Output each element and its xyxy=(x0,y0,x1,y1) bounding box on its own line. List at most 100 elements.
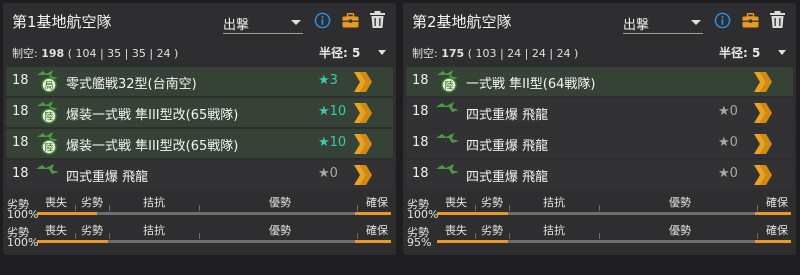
fighter-plane-icon: 陸 xyxy=(437,70,458,93)
air-power-detail: ( 104 | 35 | 35 | 24 ) xyxy=(67,47,179,60)
info-icon[interactable] xyxy=(314,12,331,29)
fighter-plane-icon: 局 xyxy=(37,70,58,93)
air-power-value: 175 xyxy=(441,47,465,60)
info-icon[interactable] xyxy=(714,12,731,29)
plane-slot-4[interactable]: 18 四式重爆 飛龍 ★0 xyxy=(406,160,793,189)
max-proficiency-chevron-icon[interactable] xyxy=(752,102,774,124)
tick xyxy=(599,205,600,211)
air-state-bar-1: 劣勢 喪失 劣勢 拮抗 優勢 確保 100% xyxy=(3,195,396,221)
air-power-summary: 制空: 175 ( 103 | 24 | 24 | 24 ) xyxy=(412,45,578,61)
base-air-corps-panel-2: 第2基地航空隊 出撃 制空: 175 ( 103 | 24 | 24 | 24 … xyxy=(403,3,796,255)
plane-slot-4[interactable]: 18 四式重爆 飛龍 ★0 xyxy=(6,160,393,189)
briefcase-icon[interactable] xyxy=(742,13,759,28)
air-state-fill xyxy=(37,212,98,215)
max-proficiency-chevron-icon[interactable] xyxy=(352,71,374,93)
radius-select[interactable]: 半径: 5 xyxy=(719,44,760,61)
plane-name: 四式重爆 飛龍 xyxy=(66,170,149,185)
air-state-track xyxy=(37,240,391,243)
air-power-summary: 制空: 198 ( 104 | 35 | 35 | 24 ) xyxy=(12,45,178,61)
plane-slot-1[interactable]: 18 局 零式艦戦32型(台南空) ★3 xyxy=(6,67,393,96)
air-state-fill-tail xyxy=(755,240,791,243)
air-state-fill-tail xyxy=(355,240,391,243)
slot-count: 18 xyxy=(12,135,29,150)
sortie-mode-select[interactable]: 出撃 xyxy=(623,12,703,34)
air-label-superiority: 優勢 xyxy=(269,224,291,237)
bomber-plane-icon xyxy=(436,133,459,143)
sortie-mode-select[interactable]: 出撃 xyxy=(223,12,303,34)
plane-slot-2[interactable]: 18 陸 爆装一式戦 隼III型改(65戦隊) ★10 xyxy=(6,98,393,127)
fighter-plane-icon: 陸 xyxy=(37,132,58,155)
max-proficiency-chevron-icon[interactable] xyxy=(352,102,374,124)
plane-slot-2[interactable]: 18 四式重爆 飛龍 ★0 xyxy=(406,98,793,127)
air-state-track xyxy=(37,212,391,215)
tick xyxy=(199,205,200,211)
air-power-label: 制空: xyxy=(412,47,438,60)
plane-slot-3[interactable]: 18 四式重爆 飛龍 ★0 xyxy=(406,129,793,158)
radius-select[interactable]: 半径: 5 xyxy=(319,44,360,61)
briefcase-icon[interactable] xyxy=(342,13,359,28)
max-proficiency-chevron-icon[interactable] xyxy=(752,133,774,155)
radius-value: 5 xyxy=(352,46,361,60)
air-state-percent: 100% xyxy=(7,236,39,249)
tick xyxy=(199,233,200,239)
chevron-down-icon xyxy=(691,20,701,25)
proficiency-star: ★0 xyxy=(718,135,738,150)
proficiency-star: ★0 xyxy=(318,166,338,181)
air-label-supremacy: 確保 xyxy=(766,224,788,237)
air-label-superiority: 優勢 xyxy=(669,196,691,209)
air-label-loss: 喪失 xyxy=(45,224,67,237)
tick xyxy=(75,233,76,239)
plane-name: 四式重爆 飛龍 xyxy=(466,170,549,185)
air-label-superiority: 優勢 xyxy=(669,224,691,237)
panel-title: 第1基地航空隊 xyxy=(12,13,112,31)
air-state-percent: 100% xyxy=(7,208,39,221)
air-state-bar-1: 劣勢 喪失 劣勢 拮抗 優勢 確保 100% xyxy=(403,195,796,221)
air-label-supremacy: 確保 xyxy=(366,196,388,209)
slot-count: 18 xyxy=(12,104,29,119)
sortie-mode-value: 出撃 xyxy=(223,18,250,33)
chevron-down-icon xyxy=(291,20,301,25)
tick xyxy=(757,205,758,211)
bomber-plane-icon xyxy=(36,164,59,174)
chevron-down-icon[interactable] xyxy=(378,50,386,55)
trash-icon[interactable] xyxy=(770,11,785,28)
proficiency-star: ★0 xyxy=(718,104,738,119)
panel-title: 第2基地航空隊 xyxy=(412,13,512,31)
plane-name: 四式重爆 飛龍 xyxy=(466,108,549,123)
air-label-parity: 拮抗 xyxy=(543,196,565,209)
air-state-fill xyxy=(437,212,508,215)
tick xyxy=(357,233,358,239)
air-state-fill xyxy=(37,240,108,243)
air-label-parity: 拮抗 xyxy=(143,196,165,209)
plane-badge-text: 陸 xyxy=(44,111,53,123)
fighter-plane-icon: 陸 xyxy=(37,101,58,124)
trash-icon[interactable] xyxy=(370,11,385,28)
tick xyxy=(599,233,600,239)
tick xyxy=(357,205,358,211)
air-state-bar-2: 劣勢 喪失 劣勢 拮抗 優勢 確保 95% xyxy=(403,223,796,249)
max-proficiency-chevron-icon[interactable] xyxy=(752,164,774,186)
air-power-detail: ( 103 | 24 | 24 | 24 ) xyxy=(467,47,579,60)
air-label-loss: 喪失 xyxy=(445,196,467,209)
plane-slot-3[interactable]: 18 陸 爆装一式戦 隼III型改(65戦隊) ★10 xyxy=(6,129,393,158)
tick xyxy=(109,205,110,211)
max-proficiency-chevron-icon[interactable] xyxy=(352,133,374,155)
slot-count: 18 xyxy=(412,135,429,150)
base-air-corps-panel-1: 第1基地航空隊 出撃 制空: 198 ( 104 | 35 | 35 | 24 … xyxy=(3,3,396,255)
sortie-mode-value: 出撃 xyxy=(623,18,650,33)
air-state-percent: 100% xyxy=(407,208,439,221)
plane-name: 一式戦 隼II型(64戦隊) xyxy=(466,77,596,92)
air-state-track xyxy=(437,240,791,243)
tick xyxy=(109,233,110,239)
air-label-inferior2: 劣勢 xyxy=(81,196,103,209)
max-proficiency-chevron-icon[interactable] xyxy=(752,71,774,93)
slot-count: 18 xyxy=(412,166,429,181)
plane-slot-1[interactable]: 18 陸 一式戦 隼II型(64戦隊) xyxy=(406,67,793,96)
air-label-inferior2: 劣勢 xyxy=(481,224,503,237)
tick xyxy=(75,205,76,211)
air-power-value: 198 xyxy=(41,47,65,60)
air-label-superiority: 優勢 xyxy=(269,196,291,209)
max-proficiency-chevron-icon[interactable] xyxy=(352,164,374,186)
tick xyxy=(475,233,476,239)
chevron-down-icon[interactable] xyxy=(778,50,786,55)
